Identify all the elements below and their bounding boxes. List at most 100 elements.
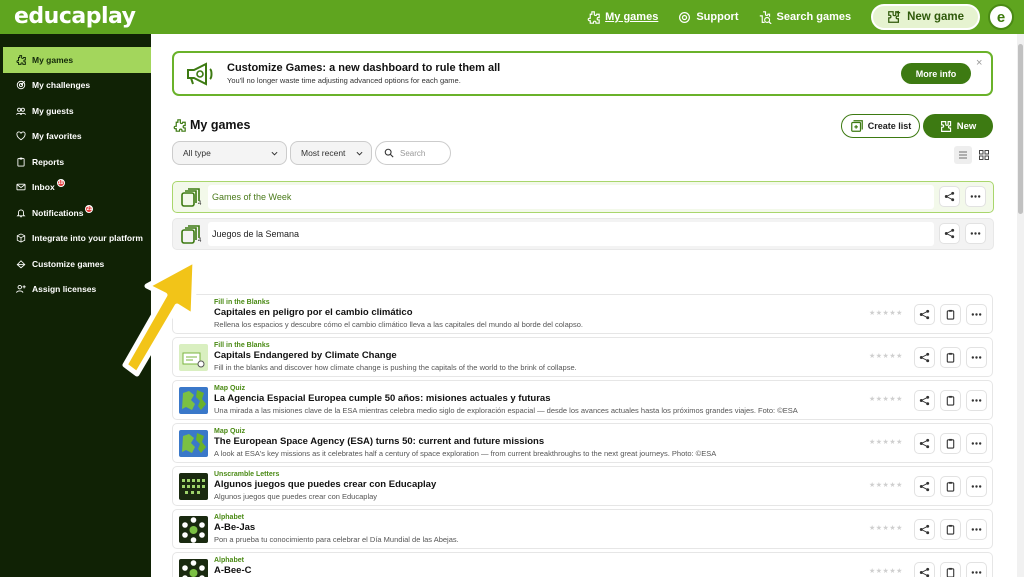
share-button[interactable] bbox=[914, 390, 935, 411]
clipboard-button[interactable] bbox=[940, 390, 961, 411]
clipboard-button[interactable] bbox=[940, 476, 961, 497]
share-button[interactable] bbox=[914, 519, 935, 540]
clipboard-button[interactable] bbox=[940, 347, 961, 368]
more-info-button[interactable]: More info bbox=[901, 63, 971, 84]
search-placeholder: Search bbox=[400, 148, 426, 158]
game-row[interactable]: Fill in the Blanks Capitals Endangered b… bbox=[172, 337, 993, 377]
more-options-button[interactable] bbox=[966, 390, 987, 411]
clipboard-button[interactable] bbox=[940, 519, 961, 540]
avatar[interactable]: e bbox=[988, 4, 1014, 30]
more-icon bbox=[971, 571, 982, 574]
folder-row[interactable]: 4 Juegos de la Semana bbox=[172, 218, 994, 250]
game-title[interactable]: Capitales en peligro por el cambio climá… bbox=[214, 307, 413, 318]
nav-my-games[interactable]: My games bbox=[587, 10, 658, 24]
more-options-button[interactable] bbox=[965, 223, 986, 244]
page-title: My games bbox=[173, 118, 250, 132]
share-icon bbox=[944, 191, 955, 202]
more-options-button[interactable] bbox=[966, 347, 987, 368]
nav-search-games[interactable]: Search games bbox=[759, 10, 851, 24]
chevron-down-icon bbox=[356, 151, 363, 156]
more-options-button[interactable] bbox=[966, 562, 987, 577]
new-button[interactable]: New bbox=[923, 114, 993, 138]
create-list-label: Create list bbox=[867, 121, 912, 131]
sidebar-item-inbox[interactable]: Inbox 10 bbox=[0, 175, 151, 201]
sort-select[interactable]: Most recent bbox=[290, 141, 372, 165]
share-icon bbox=[919, 524, 930, 535]
game-thumbnail bbox=[179, 387, 208, 414]
game-title[interactable]: La Agencia Espacial Europea cumple 50 añ… bbox=[214, 393, 551, 404]
game-thumbnail bbox=[179, 473, 208, 500]
share-button[interactable] bbox=[914, 433, 935, 454]
game-title[interactable]: A-Be-Jas bbox=[214, 522, 255, 533]
sidebar-item-my-challenges[interactable]: My challenges bbox=[0, 73, 151, 99]
game-row[interactable]: Map Quiz La Agencia Espacial Europea cum… bbox=[172, 380, 993, 420]
rating-stars: ★★★★★ bbox=[869, 568, 903, 575]
bell-icon bbox=[16, 209, 26, 217]
sidebar-item-notifications[interactable]: Notifications 21 bbox=[0, 200, 151, 226]
clipboard-button[interactable] bbox=[940, 304, 961, 325]
more-options-button[interactable] bbox=[965, 186, 986, 207]
top-nav: My games Support Search games New game e bbox=[587, 0, 1024, 34]
game-type: Unscramble Letters bbox=[214, 471, 280, 478]
game-title[interactable]: Capitals Endangered by Climate Change bbox=[214, 350, 397, 361]
list-view-button[interactable] bbox=[954, 146, 972, 164]
more-options-button[interactable] bbox=[966, 476, 987, 497]
type-filter-select[interactable]: All type bbox=[172, 141, 287, 165]
rating-stars: ★★★★★ bbox=[869, 396, 903, 403]
game-type: Map Quiz bbox=[214, 428, 246, 435]
cube-icon bbox=[16, 233, 26, 243]
game-description: Rellena los espacios y descubre cómo el … bbox=[214, 320, 583, 329]
create-list-button[interactable]: Create list bbox=[841, 114, 920, 138]
sidebar-item-my-games[interactable]: My games bbox=[3, 47, 151, 73]
game-description: Una mirada a las misiones clave de la ES… bbox=[214, 406, 798, 415]
game-row[interactable]: Map Quiz The European Space Agency (ESA)… bbox=[172, 423, 993, 463]
close-icon[interactable]: × bbox=[976, 57, 982, 69]
new-game-button[interactable]: New game bbox=[871, 4, 980, 30]
game-type: Fill in the Blanks bbox=[214, 299, 270, 306]
more-options-button[interactable] bbox=[966, 433, 987, 454]
folder-name[interactable]: Games of the Week bbox=[208, 185, 934, 209]
sidebar-item-label: My guests bbox=[32, 105, 74, 116]
sidebar-item-my-favorites[interactable]: My favorites bbox=[0, 124, 151, 150]
grid-view-button[interactable] bbox=[977, 148, 991, 162]
clipboard-button[interactable] bbox=[940, 562, 961, 577]
game-title[interactable]: Algunos juegos que puedes crear con Educ… bbox=[214, 479, 436, 490]
educaplay-logo[interactable]: educaplay bbox=[14, 4, 136, 29]
scrollbar[interactable] bbox=[1017, 34, 1024, 577]
game-title[interactable]: The European Space Agency (ESA) turns 50… bbox=[214, 436, 544, 447]
share-icon bbox=[919, 395, 930, 406]
more-options-button[interactable] bbox=[966, 519, 987, 540]
nav-support[interactable]: Support bbox=[678, 11, 739, 24]
game-row[interactable]: Fill in the Blanks Capitales en peligro … bbox=[172, 294, 993, 334]
scroll-thumb[interactable] bbox=[1018, 44, 1023, 214]
sidebar-item-integrate[interactable]: Integrate into your platform bbox=[0, 226, 151, 252]
share-button[interactable] bbox=[914, 347, 935, 368]
sidebar-item-assign-licenses[interactable]: Assign licenses bbox=[0, 277, 151, 303]
more-options-button[interactable] bbox=[966, 304, 987, 325]
share-icon bbox=[919, 352, 930, 363]
share-button[interactable] bbox=[914, 562, 935, 577]
clipboard-button[interactable] bbox=[940, 433, 961, 454]
share-button[interactable] bbox=[914, 304, 935, 325]
game-thumbnail bbox=[179, 559, 208, 577]
sidebar-item-customize-games[interactable]: Customize games bbox=[0, 251, 151, 277]
game-row[interactable]: Unscramble Letters Algunos juegos que pu… bbox=[172, 466, 993, 506]
folder-plus-icon bbox=[850, 120, 863, 132]
game-title[interactable]: A-Bee-C bbox=[214, 565, 251, 576]
share-button[interactable] bbox=[939, 186, 960, 207]
sort-value: Most recent bbox=[301, 148, 346, 158]
folder-name[interactable]: Juegos de la Semana bbox=[208, 222, 934, 246]
game-row[interactable]: Alphabet A-Bee-C ★★★★★ bbox=[172, 552, 993, 577]
sidebar-item-reports[interactable]: Reports bbox=[0, 149, 151, 175]
game-description: Algunos juegos que puedes crear con Educ… bbox=[214, 492, 378, 501]
search-puzzle-icon bbox=[759, 10, 772, 24]
share-button[interactable] bbox=[914, 476, 935, 497]
game-row[interactable]: Alphabet A-Be-Jas Pon a prueba tu conoci… bbox=[172, 509, 993, 549]
clipboard-icon bbox=[946, 309, 955, 320]
folder-row[interactable]: 4 Games of the Week bbox=[172, 181, 994, 213]
game-description: Pon a prueba tu conocimiento para celebr… bbox=[214, 535, 459, 544]
share-button[interactable] bbox=[939, 223, 960, 244]
sidebar-item-my-guests[interactable]: My guests bbox=[0, 98, 151, 124]
search-input[interactable]: Search bbox=[375, 141, 451, 165]
sidebar-item-label: Inbox bbox=[32, 182, 55, 193]
